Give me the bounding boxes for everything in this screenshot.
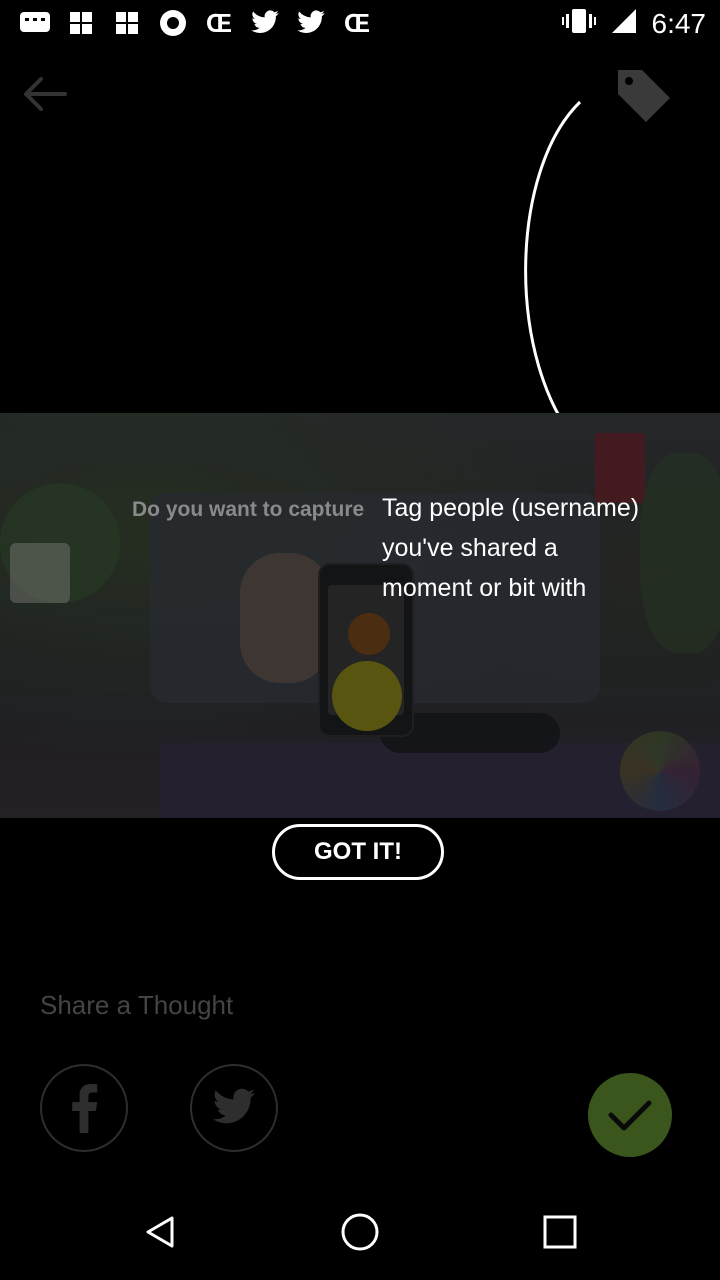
status-bar: Œ Œ 6:47 [0,0,720,48]
tooltip-line: moment or bit with [382,574,587,602]
message-icon [18,8,52,38]
nav-home-icon [341,1213,379,1251]
preview-overlay-text: Do you want to capture [132,498,365,521]
clock: 6:47 [651,7,707,39]
tooltip-text: Tag people (username) you've shared a mo… [382,488,639,608]
ce-icon: Œ [344,7,370,38]
tooltip-line: Tag people (username) [382,494,640,522]
nav-back-icon [146,1216,174,1248]
facebook-share-button[interactable] [40,1064,128,1152]
notification-icons: Œ Œ [18,8,374,38]
back-button[interactable] [16,66,72,122]
twitter-icon [212,1088,256,1124]
got-it-button[interactable]: GOT IT! [272,824,444,880]
preview-dim-overlay [0,413,720,818]
nav-back-button[interactable] [120,1192,200,1272]
pinwheel-icon [64,8,98,38]
tag-button[interactable] [608,60,678,130]
tooltip-line: you've shared a [382,534,558,562]
ce-icon: Œ [206,7,232,38]
navigation-bar [0,1184,720,1280]
twitter-icon [248,8,282,38]
nav-recent-button[interactable] [520,1192,600,1272]
arrow-left-icon [24,77,67,111]
signal-icon [610,7,638,40]
twitter-icon [294,8,328,38]
pinwheel-icon [110,8,144,38]
tooltip-pointer-arc [524,100,582,447]
vibrate-icon [561,6,596,41]
nav-home-button[interactable] [320,1192,400,1272]
facebook-icon [72,1084,98,1133]
tag-icon [618,70,670,122]
share-thought-label: Share a Thought [40,990,234,1020]
circle-record-icon [156,8,190,38]
check-icon [608,1100,652,1131]
confirm-button[interactable] [588,1073,672,1157]
twitter-share-button[interactable] [190,1064,278,1152]
system-status: 6:47 [561,6,707,41]
nav-recent-icon [543,1215,577,1249]
video-preview[interactable]: Do you want to capture [0,413,720,818]
